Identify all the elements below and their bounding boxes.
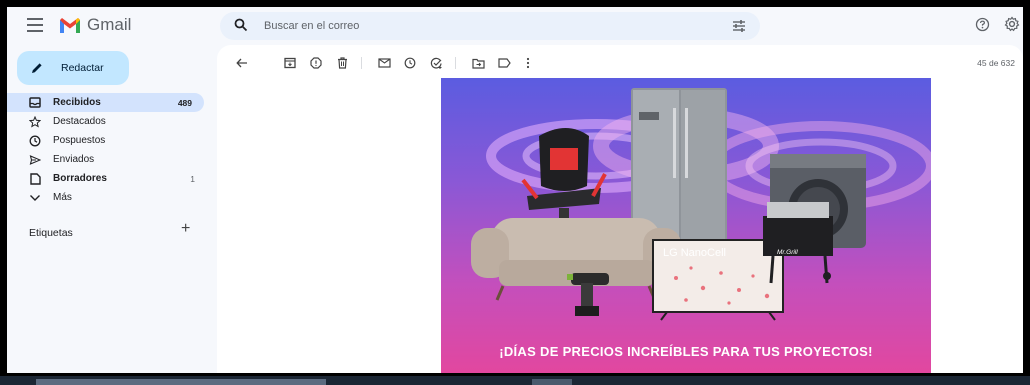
delete-icon[interactable] xyxy=(335,56,349,70)
label-icon[interactable] xyxy=(497,56,511,70)
email-toolbar: 45 de 632 xyxy=(217,45,1023,79)
banner-illustration xyxy=(471,88,931,321)
move-to-icon[interactable] xyxy=(471,56,485,70)
sidebar-item-label: Pospuestos xyxy=(53,135,106,146)
star-icon xyxy=(29,115,41,128)
gmail-logo[interactable]: Gmail xyxy=(59,15,131,35)
os-taskbar xyxy=(0,376,1030,385)
sidebar-item-drafts[interactable]: Borradores 1 xyxy=(7,169,207,188)
promo-banner-image: LG NanoCell Mr.Grill ¡DÍAS DE PRECIOS IN… xyxy=(441,78,931,373)
report-spam-icon[interactable] xyxy=(309,56,323,70)
sidebar-item-sent[interactable]: Enviados xyxy=(7,150,207,169)
gmail-m-icon xyxy=(60,17,80,33)
toolbar-divider xyxy=(361,57,362,69)
sidebar-item-inbox[interactable]: Recibidos 489 xyxy=(7,93,204,112)
draft-icon xyxy=(29,172,41,185)
top-bar: Gmail xyxy=(7,7,1023,45)
add-task-icon[interactable] xyxy=(429,56,443,70)
sidebar-item-starred[interactable]: Destacados xyxy=(7,112,207,131)
menu-icon[interactable] xyxy=(27,18,43,32)
tv-brand-label: LG NanoCell xyxy=(663,247,726,259)
chevron-down-icon xyxy=(29,192,41,204)
taskbar-item[interactable] xyxy=(532,379,572,385)
compose-button[interactable]: Redactar xyxy=(17,51,129,85)
archive-icon[interactable] xyxy=(283,56,297,70)
sidebar-nav: Recibidos 489 Destacados Pospuestos Envi… xyxy=(7,93,207,207)
add-label-button[interactable]: + xyxy=(181,221,190,237)
mark-unread-icon[interactable] xyxy=(377,56,391,70)
sidebar-item-label: Destacados xyxy=(53,116,106,127)
sidebar-item-label: Recibidos xyxy=(53,97,101,108)
tune-icon[interactable] xyxy=(732,19,746,33)
snooze-icon[interactable] xyxy=(403,56,417,70)
settings-icon[interactable] xyxy=(1004,16,1020,32)
toolbar-divider xyxy=(455,57,456,69)
taskbar-item[interactable] xyxy=(36,379,326,385)
help-icon[interactable] xyxy=(975,17,990,32)
sidebar-item-more[interactable]: Más xyxy=(7,188,207,207)
inbox-icon xyxy=(29,97,41,109)
email-view: 45 de 632 LG NanoCell Mr.Grill ¡DÍAS DE … xyxy=(217,45,1023,373)
sidebar-item-snoozed[interactable]: Pospuestos xyxy=(7,131,207,150)
gmail-window: Gmail Buscar en el correo Redactar Recib… xyxy=(7,7,1023,373)
more-vert-icon[interactable] xyxy=(521,56,535,70)
sidebar-item-label: Borradores xyxy=(53,173,107,184)
pagination-count: 45 de 632 xyxy=(977,58,1015,68)
grill-brand-label: Mr.Grill xyxy=(777,249,798,256)
sidebar-item-label: Más xyxy=(53,192,72,203)
search-icon[interactable] xyxy=(234,18,248,32)
unread-count: 489 xyxy=(177,97,192,108)
sidebar-item-label: Enviados xyxy=(53,154,95,165)
labels-heading: Etiquetas xyxy=(29,227,73,239)
clock-icon xyxy=(29,135,41,147)
banner-headline: ¡DÍAS DE PRECIOS INCREÍBLES PARA TUS PRO… xyxy=(499,344,873,359)
compose-label: Redactar xyxy=(61,62,104,74)
search-bar[interactable] xyxy=(220,12,760,40)
back-arrow-icon[interactable] xyxy=(235,56,249,70)
pencil-icon xyxy=(32,63,42,73)
draft-count: 1 xyxy=(190,173,195,184)
send-icon xyxy=(29,154,41,166)
app-name: Gmail xyxy=(87,15,132,34)
search-input[interactable] xyxy=(264,17,664,35)
